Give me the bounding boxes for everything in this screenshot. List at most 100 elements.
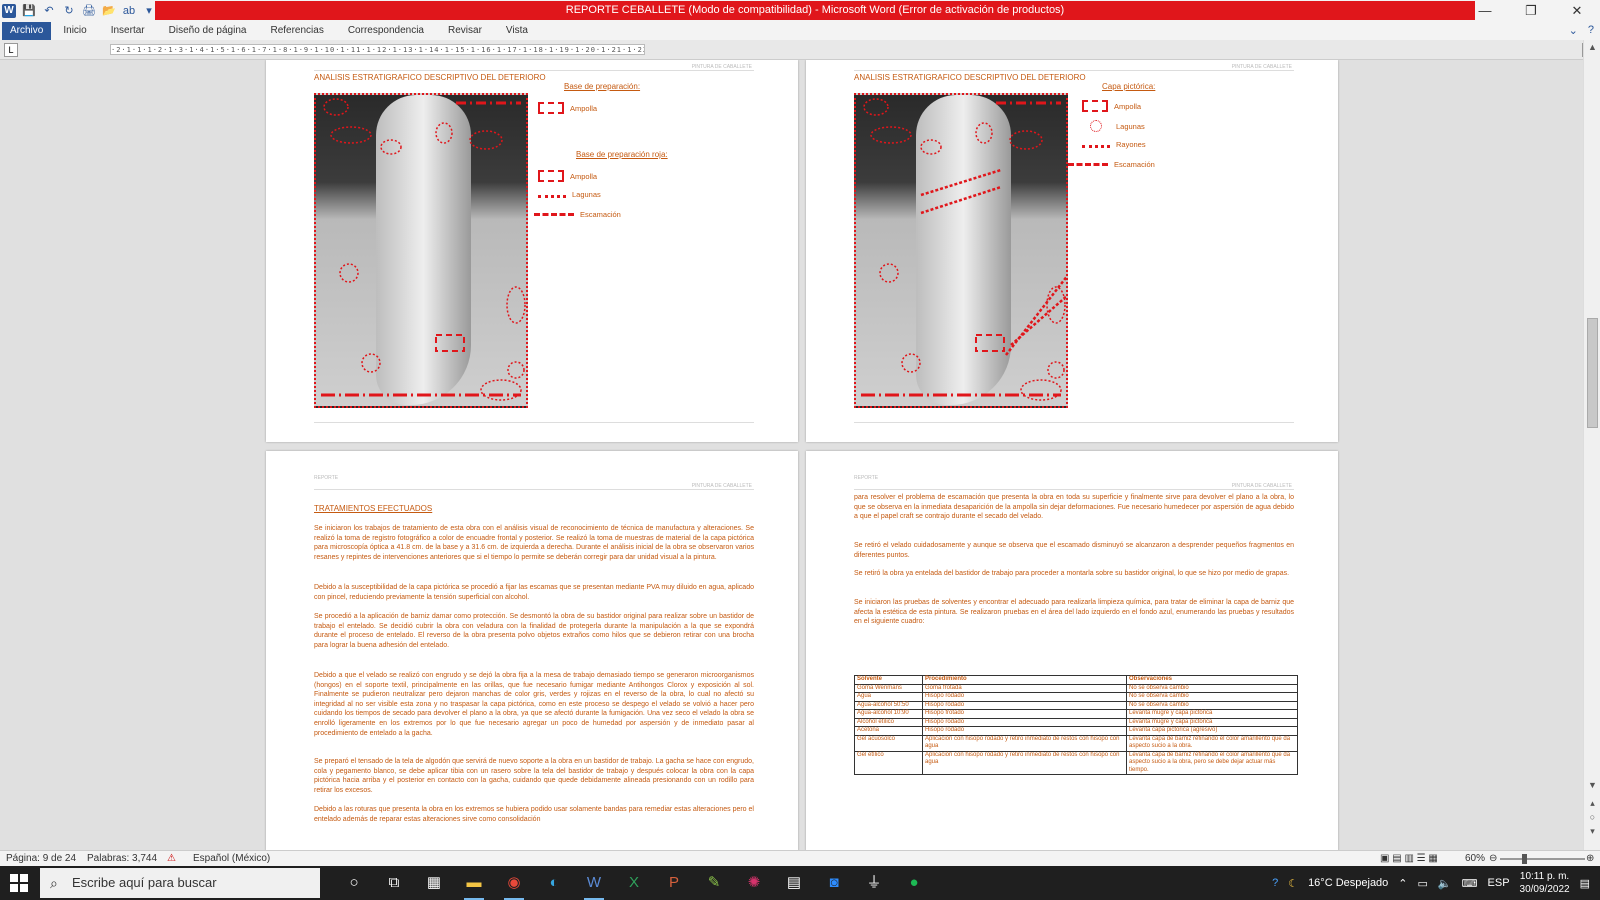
windows-start-icon[interactable] xyxy=(10,874,28,892)
paragraph: Se iniciaron los trabajos de tratamiento… xyxy=(314,525,754,561)
task-view-icon[interactable]: ⧉ xyxy=(374,866,414,900)
zoom-in-icon[interactable]: ⊕ xyxy=(1586,853,1594,864)
app-icon-1[interactable]: ▦ xyxy=(414,866,454,900)
quick-access-toolbar: W 💾 ↶ ↻ 🖨 📂 ab ▾ xyxy=(2,2,156,20)
proofing-icon[interactable]: ⚠ xyxy=(167,853,176,864)
weather-text[interactable]: 16°C Despejado xyxy=(1308,877,1388,889)
close-button[interactable]: ✕ xyxy=(1554,0,1600,22)
tab-insertar[interactable]: Insertar xyxy=(99,22,157,40)
table-row: Gel etílico Aplicación con hisopo rodado … xyxy=(854,750,1298,775)
minimize-button[interactable]: — xyxy=(1462,0,1508,22)
zoom-slider-knob[interactable] xyxy=(1522,854,1527,864)
status-bar: Página: 9 de 24 Palabras: 3,744 ⚠ Españo… xyxy=(0,850,1600,866)
legend-item-lagunas: Lagunas xyxy=(1082,120,1145,132)
language-indicator[interactable]: ESP xyxy=(1488,877,1510,889)
table-row: Goma Wenmans Goma frotada No se observa ca… xyxy=(854,683,1298,693)
scroll-up-icon[interactable]: ▲ xyxy=(1584,42,1600,52)
tab-diseno-pagina[interactable]: Diseño de página xyxy=(157,22,259,40)
excel-icon[interactable]: X xyxy=(614,866,654,900)
redo-icon[interactable]: ↻ xyxy=(62,4,76,18)
tab-selector[interactable]: L xyxy=(4,43,18,57)
undo-icon[interactable]: ↶ xyxy=(42,4,56,18)
word-icon[interactable]: W xyxy=(574,866,614,900)
page-count[interactable]: Página: 9 de 24 xyxy=(6,853,76,864)
previous-page-icon[interactable]: ▴ xyxy=(1584,798,1600,809)
paragraph: para resolver el problema de escamación … xyxy=(854,494,1294,521)
taskbar-search[interactable]: ⌕ Escribe aquí para buscar xyxy=(40,868,320,898)
page-3: REPORTE PINTURA DE CABALLETE TRATAMIENTO… xyxy=(266,451,798,850)
cortana-icon[interactable]: ○ xyxy=(334,866,374,900)
zoom-app-icon[interactable]: ◙ xyxy=(814,866,854,900)
tab-vista[interactable]: Vista xyxy=(494,22,540,40)
edge-icon[interactable]: ◐ xyxy=(534,866,574,900)
zoom-slider[interactable] xyxy=(1500,858,1585,860)
column-header: Procedimiento xyxy=(922,675,1127,685)
view-buttons[interactable]: ▣ ▤ ▥ ☰ ▦ xyxy=(1380,853,1438,864)
page-1: PINTURA DE CABALLETE ANALISIS ESTRATIGRA… xyxy=(266,60,798,442)
pen-icon[interactable]: ✎ xyxy=(694,866,734,900)
document-area[interactable]: PINTURA DE CABALLETE ANALISIS ESTRATIGRA… xyxy=(0,60,1583,850)
customize-qat-icon[interactable]: ▾ xyxy=(142,4,156,18)
scroll-down-icon[interactable]: ▼ xyxy=(1584,780,1600,790)
table-row: Agua-alcohol 10:90 Hisopo frotado Levanta … xyxy=(854,709,1298,719)
paragraph: Se preparó el tensado de la tela de algo… xyxy=(314,758,754,794)
tray-arrow-icon[interactable]: ⌃ xyxy=(1398,877,1407,890)
legend-item-escamacion: Escamación xyxy=(1068,160,1155,169)
legend-item-ampolla-roja: Ampolla xyxy=(538,170,597,182)
chrome-icon[interactable]: ◉ xyxy=(494,866,534,900)
clock[interactable]: 10:11 p. m. 30/09/2022 xyxy=(1520,870,1570,896)
open-icon[interactable]: 📂 xyxy=(102,4,116,18)
horizontal-ruler[interactable]: ·2·1·1·1·2·1·3·1·4·1·5·1·6·1·7·1·8·1·9·1… xyxy=(110,44,645,55)
notifications-icon[interactable]: ▤ xyxy=(1580,877,1590,890)
tab-archivo[interactable]: Archivo xyxy=(2,22,52,40)
powerpoint-icon[interactable]: P xyxy=(654,866,694,900)
zoom-out-icon[interactable]: ⊖ xyxy=(1489,853,1497,864)
network-icon[interactable]: ▭ xyxy=(1418,877,1428,890)
column-header: Observaciones xyxy=(1126,675,1298,685)
zoom-level[interactable]: 60% xyxy=(1465,853,1485,864)
dashed-box-symbol xyxy=(538,170,564,182)
paragraph: Se procedió a la aplicación de barniz da… xyxy=(314,613,754,649)
help-icon[interactable]: ? xyxy=(1588,24,1594,37)
browse-object-icon[interactable]: ○ xyxy=(1584,812,1600,822)
tab-correspondencia[interactable]: Correspondencia xyxy=(336,22,436,40)
calculator-icon[interactable]: ▤ xyxy=(774,866,814,900)
legend-item-ampolla: Ampolla xyxy=(1082,100,1141,112)
word-count[interactable]: Palabras: 3,744 xyxy=(87,853,157,864)
column-header: Solvente xyxy=(854,675,923,685)
section-title: ANALISIS ESTRATIGRAFICO DESCRIPTIVO DEL … xyxy=(314,73,546,82)
ruler-row: L ·2·1·1·1·2·1·3·1·4·1·5·1·6·1·7·1·8·1·9… xyxy=(0,40,1600,60)
paragraph: Debido a que el velado se realizó con en… xyxy=(314,672,754,737)
table-header-row: Solvente Procedimiento Observaciones xyxy=(854,675,1298,685)
volume-icon[interactable]: 🔈 xyxy=(1438,877,1452,890)
next-page-icon[interactable]: ▾ xyxy=(1584,826,1600,837)
table-row: Gel acuosolco Aplicación con hisopo rodad… xyxy=(854,734,1298,752)
paint-icon[interactable]: ✺ xyxy=(734,866,774,900)
help-app-icon[interactable]: ? xyxy=(1272,877,1278,889)
page-header-left: REPORTE xyxy=(314,475,339,481)
maximize-button[interactable]: ❐ xyxy=(1508,0,1554,22)
taskbar: ⌕ Escribe aquí para buscar ○ ⧉ ▦ ▬ ◉ ◐ W… xyxy=(0,866,1600,900)
section-title: ANALISIS ESTRATIGRAFICO DESCRIPTIVO DEL … xyxy=(854,73,1086,82)
tab-inicio[interactable]: Inicio xyxy=(51,22,98,40)
scrollbar-thumb[interactable] xyxy=(1587,318,1598,428)
spelling-icon[interactable]: ab xyxy=(122,4,136,18)
vertical-scrollbar[interactable]: ▲ ▼ ▴ ○ ▾ xyxy=(1583,40,1600,850)
language-indicator[interactable]: Español (México) xyxy=(193,853,270,864)
paragraph: Se retiró el velado cuidadosamente y aun… xyxy=(854,542,1294,559)
expand-ribbon-icon[interactable]: ⌄ xyxy=(1569,24,1578,37)
print-preview-icon[interactable]: 🖨 xyxy=(82,4,96,18)
system-tray: ? ☾ 16°C Despejado ⌃ ▭ 🔈 ⌨ ESP 10:11 p. … xyxy=(1272,866,1600,900)
artwork-photo xyxy=(854,93,1068,408)
legend-item-lagunas: Lagunas xyxy=(538,190,601,199)
table-row: Agua-alcohol 50:50 Hisopo rodado No se obs… xyxy=(854,700,1298,710)
spotify-icon[interactable]: ● xyxy=(894,866,934,900)
paragraph: Se iniciaron las pruebas de solventes y … xyxy=(854,599,1294,626)
word-app-icon[interactable]: W xyxy=(2,4,16,18)
keyboard-icon[interactable]: ⌨ xyxy=(1462,877,1478,890)
file-explorer-icon[interactable]: ▬ xyxy=(454,866,494,900)
tab-revisar[interactable]: Revisar xyxy=(436,22,494,40)
save-icon[interactable]: 💾 xyxy=(22,4,36,18)
usb-icon[interactable]: ⏚ xyxy=(854,866,894,900)
tab-referencias[interactable]: Referencias xyxy=(258,22,335,40)
